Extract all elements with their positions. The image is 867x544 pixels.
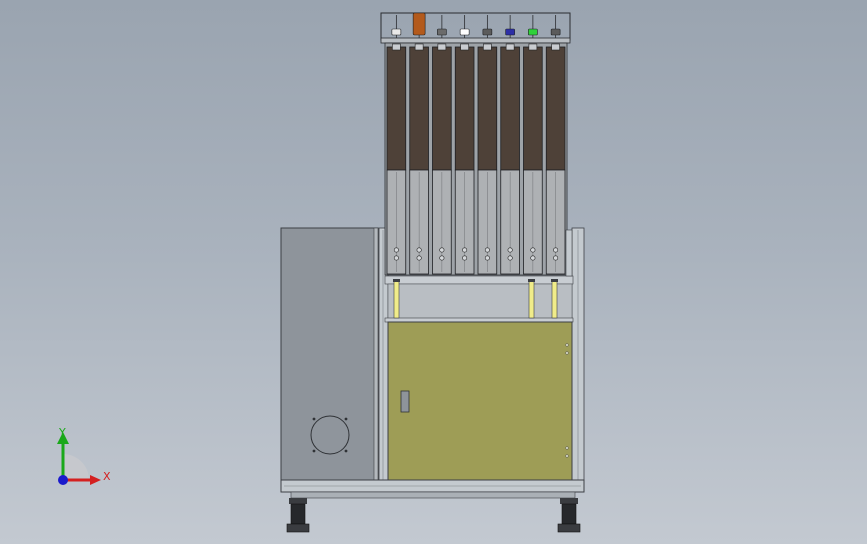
- magazine-bolt-a-5: [484, 247, 490, 253]
- base-frame: [280, 479, 585, 499]
- magazine-bolt-a-3: [439, 247, 445, 253]
- sensor-rod-left: [393, 279, 400, 319]
- bin-slot-5: [482, 28, 493, 36]
- vent-screw-1: [312, 417, 316, 421]
- bin-slot-4: [459, 28, 470, 36]
- x-axis-label: X: [103, 470, 111, 483]
- door-panel[interactable]: [387, 321, 573, 481]
- magazine-clip-7: [528, 43, 538, 51]
- triad-arc: [63, 454, 89, 480]
- magazine-tube-6: [500, 46, 520, 171]
- door-hinge-2: [565, 351, 569, 355]
- frame-top-rail: [384, 275, 574, 285]
- magazine-tube-8: [545, 46, 566, 171]
- magazine-tube-1: [386, 46, 407, 171]
- magazine-bolt-a-2: [416, 247, 422, 253]
- coordinate-triad: Y X: [57, 426, 111, 485]
- magazine-tube-5: [477, 46, 498, 171]
- door-handle[interactable]: [400, 390, 410, 413]
- magazine-bolt-a-1: [393, 247, 399, 253]
- sensor-rod-mid: [528, 279, 535, 319]
- foot-left: [286, 498, 310, 533]
- vent-screw-4: [344, 449, 348, 453]
- z-axis-dot: [58, 475, 68, 485]
- magazine-bolt-b-5: [484, 255, 490, 261]
- mid-rail: [384, 317, 574, 323]
- magazine-rack: [380, 12, 573, 277]
- inner-back-panel: [387, 283, 573, 321]
- bin-slot-2: [412, 12, 426, 36]
- bin-slot-7: [528, 28, 538, 36]
- magazine-clip-8: [551, 43, 560, 51]
- magazine-bolt-b-3: [439, 255, 445, 261]
- bin-slot-8: [550, 28, 561, 36]
- base-plate: [290, 491, 576, 499]
- door-hinge-1: [565, 343, 569, 347]
- bin-slot-6: [505, 28, 515, 36]
- magazine-bolt-a-8: [553, 247, 559, 253]
- magazine-bolt-a-4: [462, 247, 468, 253]
- magazine-bolt-b-2: [416, 255, 422, 261]
- vent-fan-icon: [310, 415, 350, 455]
- vent-screw-3: [312, 449, 316, 453]
- bin-slot-1: [391, 28, 402, 36]
- rack-right-bracket: [565, 229, 573, 277]
- sensor-rod-right: [551, 279, 558, 319]
- front-door[interactable]: [387, 321, 573, 481]
- rack-top-frame: [380, 12, 571, 41]
- door-hinge-4: [565, 454, 569, 458]
- y-axis-label: Y: [58, 426, 66, 439]
- caster-feet: [286, 498, 581, 533]
- magazine-bolt-b-1: [393, 255, 399, 261]
- magazine-clip-1: [392, 43, 401, 51]
- magazine-bolt-a-6: [507, 247, 513, 253]
- magazine-bolt-a-7: [530, 247, 536, 253]
- side-cabinet: [280, 227, 379, 481]
- magazine-clip-5: [483, 43, 492, 51]
- bin-slot-3: [437, 28, 447, 36]
- magazine-tube-7: [523, 46, 543, 171]
- rack-top-bar: [380, 37, 571, 44]
- x-axis-head: [90, 475, 101, 485]
- magazine-clip-2: [414, 43, 424, 51]
- side-panel-edge: [373, 227, 379, 481]
- magazine-bolt-b-4: [462, 255, 468, 261]
- cad-viewport[interactable]: Y X: [0, 0, 867, 544]
- foot-right: [557, 498, 581, 533]
- vent-screw-2: [344, 417, 348, 421]
- magazine-clip-4: [460, 43, 469, 51]
- magazine-bolt-b-6: [507, 255, 513, 261]
- door-hinge-3: [565, 446, 569, 450]
- magazine-bolt-b-7: [530, 255, 536, 261]
- magazine-tube-4: [454, 46, 475, 171]
- magazine-tube-3: [432, 46, 452, 171]
- magazine-bolt-b-8: [553, 255, 559, 261]
- magazine-tube-2: [409, 46, 429, 171]
- magazine-clip-3: [437, 43, 447, 51]
- magazine-clip-6: [505, 43, 515, 51]
